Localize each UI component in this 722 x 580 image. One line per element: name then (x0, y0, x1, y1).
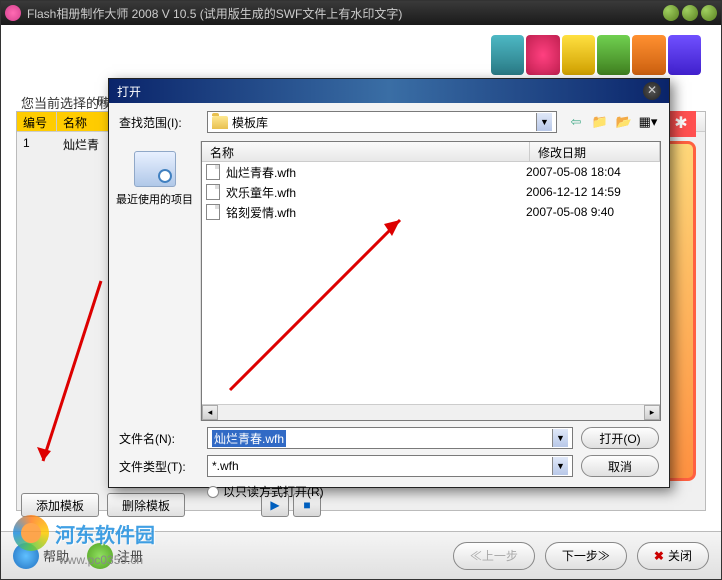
filecol-date[interactable]: 修改日期 (530, 142, 660, 161)
scroll-right-icon[interactable]: ▸ (644, 405, 660, 420)
recent-icon (134, 151, 176, 187)
maximize-button[interactable] (682, 5, 698, 21)
view-menu-icon[interactable]: ▦▾ (637, 112, 659, 132)
filetype-label: 文件类型(T): (119, 458, 199, 475)
close-button[interactable] (701, 5, 717, 21)
file-icon (206, 184, 220, 200)
scroll-left-icon[interactable]: ◂ (202, 405, 218, 420)
back-icon[interactable]: ⇦ (565, 112, 587, 132)
open-dialog: 打开 ✕ 查找范围(I): 模板库 ▼ ⇦ 📁 📂 ▦▾ 最近使用的项目 名称 (108, 78, 670, 488)
close-app-button[interactable]: ✖ 关闭 (637, 542, 709, 570)
watermark-url: www.pc0359.cn (59, 553, 143, 567)
folder-icon (212, 116, 228, 129)
minimize-button[interactable] (663, 5, 679, 21)
dialog-title: 打开 (117, 83, 643, 100)
window-title: Flash相册制作大师 2008 V 10.5 (试用版生成的SWF文件上有水印… (27, 5, 663, 22)
open-button[interactable]: 打开(O) (581, 427, 659, 449)
prev-button[interactable]: ≪上一步 (453, 542, 535, 570)
file-row[interactable]: 灿烂青春.wfh 2007-05-08 18:04 (202, 162, 660, 182)
titlebar: Flash相册制作大师 2008 V 10.5 (试用版生成的SWF文件上有水印… (1, 1, 721, 25)
up-folder-icon[interactable]: 📁 (589, 112, 611, 132)
cancel-button[interactable]: 取消 (581, 455, 659, 477)
radio-icon (207, 486, 219, 498)
lookin-combo[interactable]: 模板库 ▼ (207, 111, 557, 133)
lookin-value: 模板库 (232, 114, 268, 131)
file-icon (206, 204, 220, 220)
watermark: 河东软件园 (13, 515, 155, 551)
filename-input[interactable]: 灿烂青春.wfh ▼ (207, 427, 573, 449)
add-template-button[interactable]: 添加模板 (21, 493, 99, 517)
chevron-down-icon[interactable]: ▼ (536, 113, 552, 131)
cell-num: 1 (17, 134, 57, 155)
watermark-logo-icon (13, 515, 49, 551)
watermark-brand: 河东软件园 (55, 519, 155, 548)
filename-label: 文件名(N): (119, 430, 199, 447)
file-row[interactable]: 铭刻爱情.wfh 2007-05-08 9:40 (202, 202, 660, 222)
preview-star-icon[interactable]: ✱ (672, 115, 690, 133)
file-list: 名称 修改日期 灿烂青春.wfh 2007-05-08 18:04 欢乐童年.w… (201, 141, 661, 421)
dialog-close-button[interactable]: ✕ (643, 82, 661, 100)
decorative-strip (491, 31, 701, 79)
chevron-down-icon[interactable]: ▼ (552, 457, 568, 475)
filetype-combo[interactable]: *.wfh ▼ (207, 455, 573, 477)
readonly-check[interactable]: 以只读方式打开(R) (207, 483, 659, 500)
filecol-name[interactable]: 名称 (202, 142, 530, 161)
horizontal-scrollbar[interactable]: ◂ ▸ (202, 404, 660, 420)
app-icon (5, 5, 21, 21)
chevron-down-icon[interactable]: ▼ (552, 429, 568, 447)
new-folder-icon[interactable]: 📂 (613, 112, 635, 132)
file-row[interactable]: 欢乐童年.wfh 2006-12-12 14:59 (202, 182, 660, 202)
lookin-label: 查找范围(I): (119, 114, 199, 131)
recent-places[interactable]: 最近使用的项目 (113, 145, 196, 213)
places-bar: 最近使用的项目 (109, 141, 201, 421)
file-icon (206, 164, 220, 180)
next-button[interactable]: 下一步≫ (545, 542, 627, 570)
dialog-titlebar[interactable]: 打开 ✕ (109, 79, 669, 103)
col-num[interactable]: 编号 (17, 112, 57, 131)
